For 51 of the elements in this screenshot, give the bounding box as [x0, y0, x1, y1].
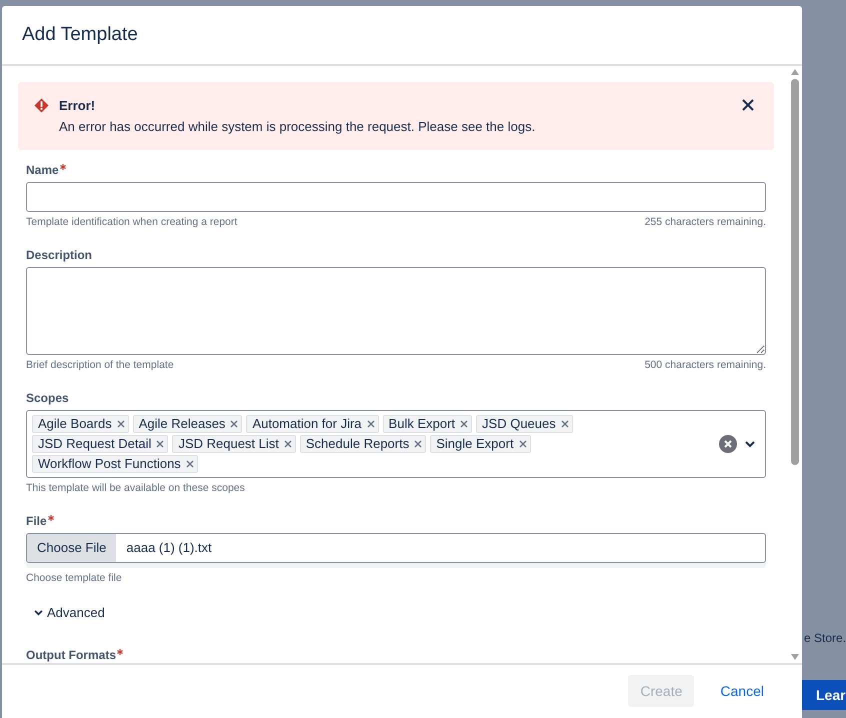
- tag-label: Schedule Reports: [306, 435, 410, 454]
- required-star-icon: [117, 648, 123, 654]
- close-icon[interactable]: [742, 99, 754, 111]
- remove-tag-icon[interactable]: [230, 420, 238, 428]
- remove-tag-icon[interactable]: [460, 420, 468, 428]
- alert-title: Error!: [59, 97, 96, 115]
- remove-tag-icon[interactable]: [560, 420, 569, 428]
- clear-icon[interactable]: [719, 435, 737, 453]
- tag-label: Agile Releases: [138, 415, 226, 434]
- help-text: Template identification when creating a report: [26, 215, 238, 229]
- file-input-field[interactable]: Choose File aaaa (1) (1).txt: [26, 533, 766, 563]
- tag-label: JSD Queues: [482, 415, 556, 434]
- help-text: This template will be available on these scopes: [26, 481, 245, 495]
- required-star-icon: [48, 515, 54, 521]
- help-text: Brief description of the template: [26, 358, 174, 372]
- field-label: Scopes: [26, 390, 69, 406]
- tag-label: Automation for Jira: [252, 415, 362, 434]
- field-label: Description: [26, 247, 92, 263]
- tag-label: Agile Boards: [38, 415, 112, 434]
- tag-label: Single Export: [436, 435, 514, 454]
- tag-label: JSD Request List: [178, 435, 279, 454]
- remove-tag-icon[interactable]: [186, 460, 194, 468]
- alert-message: An error has occurred while system is processing the request. Please see the logs.: [59, 118, 536, 136]
- scopes-select-field[interactable]: Agile Boards Agile Releases Automation for Jira Bulk Export JSD Queues JSD Request Detail JSD Request List Schedule Reports Single Export Workflow Post Functions: [26, 410, 766, 478]
- error-icon: [34, 98, 49, 113]
- cancel-button[interactable]: Cancel: [708, 675, 776, 707]
- remove-tag-icon[interactable]: [414, 440, 422, 448]
- remove-tag-icon[interactable]: [284, 440, 292, 448]
- remove-tag-icon[interactable]: [156, 440, 164, 448]
- remove-tag-icon[interactable]: [116, 420, 125, 428]
- remove-tag-icon[interactable]: [366, 420, 375, 428]
- scroll-up-icon[interactable]: [791, 69, 799, 75]
- remove-tag-icon[interactable]: [518, 440, 527, 448]
- chevron-down-icon: [34, 610, 43, 616]
- chevron-down-icon[interactable]: [745, 440, 755, 448]
- help-text: Choose template file: [26, 571, 122, 585]
- tag-label: JSD Request Detail: [38, 435, 152, 454]
- tag-label: Bulk Export: [388, 415, 456, 434]
- field-label: Output Formats: [26, 646, 116, 662]
- field-label: Name: [26, 162, 59, 178]
- advanced-toggle[interactable]: Advanced: [34, 603, 105, 622]
- required-star-icon: [60, 164, 66, 170]
- character-counter: 500 characters remaining.: [644, 358, 766, 372]
- tag-label: Workflow Post Functions: [38, 455, 181, 474]
- scroll-down-icon[interactable]: [791, 654, 799, 660]
- dialog-title: Add Template: [22, 22, 138, 47]
- choose-file-button[interactable]: Choose File: [27, 534, 116, 562]
- field-label: File: [26, 513, 47, 529]
- character-counter: 255 characters remaining.: [644, 215, 766, 229]
- background-link-text: e Store.: [804, 630, 846, 647]
- file-name: aaaa (1) (1).txt: [126, 539, 212, 558]
